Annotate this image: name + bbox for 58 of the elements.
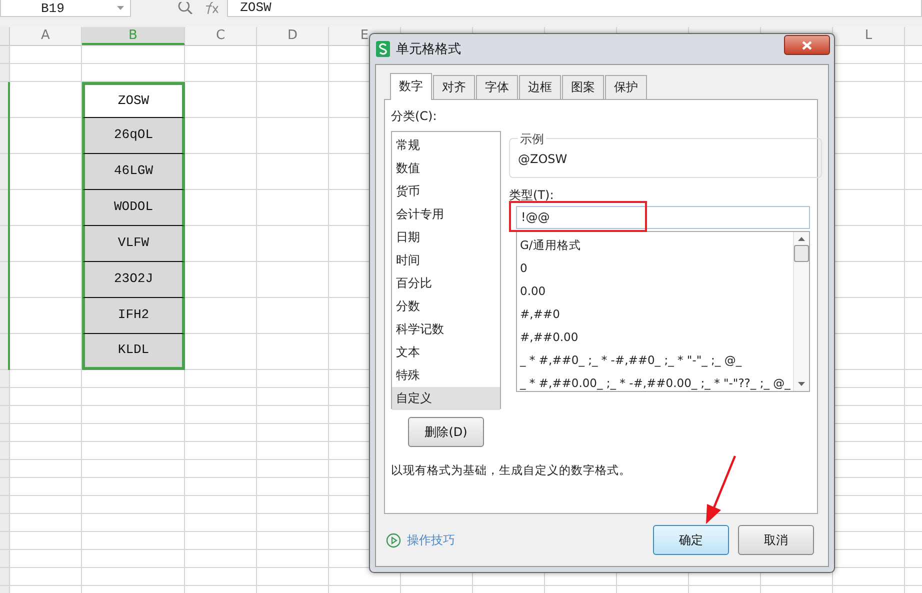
delete-button[interactable]: 删除(D) bbox=[408, 417, 484, 447]
close-button[interactable] bbox=[784, 35, 830, 55]
type-label: 类型(T): bbox=[509, 187, 555, 204]
category-item[interactable]: 科学记数 bbox=[392, 318, 500, 341]
table-cell[interactable]: VLFW bbox=[82, 226, 185, 262]
category-item[interactable]: 时间 bbox=[392, 249, 500, 272]
category-item[interactable]: 百分比 bbox=[392, 272, 500, 295]
tab[interactable]: 对齐 bbox=[433, 75, 475, 99]
tab[interactable]: 保护 bbox=[605, 75, 647, 99]
table-cell[interactable]: WODOL bbox=[82, 190, 185, 226]
dropdown-caret-icon bbox=[117, 6, 124, 10]
format-item[interactable]: _ * #,##0.00_ ;_ * -#,##0.00_ ;_ * "-"??_ ;_ @_ bbox=[520, 372, 790, 391]
table-cell[interactable]: 26qOL bbox=[82, 118, 185, 154]
table-cell[interactable]: 46LGW bbox=[82, 154, 185, 190]
function-icon[interactable] bbox=[203, 2, 220, 14]
tab[interactable]: 边框 bbox=[519, 75, 561, 99]
description-text: 以现有格式为基础，生成自定义的数字格式。 bbox=[391, 463, 632, 478]
format-item[interactable]: 0.00 bbox=[520, 280, 790, 303]
format-item[interactable]: _ * #,##0_ ;_ * -#,##0_ ;_ * "-"_ ;_ @_ bbox=[520, 349, 790, 372]
column-header[interactable]: C bbox=[185, 27, 257, 45]
category-item[interactable]: 会计专用 bbox=[392, 203, 500, 226]
scroll-up-icon[interactable] bbox=[798, 237, 806, 241]
tab[interactable]: 数字 bbox=[390, 73, 432, 100]
table-cell[interactable]: ZOSW bbox=[82, 82, 185, 118]
category-item[interactable]: 数值 bbox=[392, 157, 500, 180]
scrollbar-thumb[interactable] bbox=[794, 245, 810, 262]
category-item[interactable]: 常规 bbox=[392, 134, 500, 157]
category-item[interactable]: 货币 bbox=[392, 180, 500, 203]
ok-button[interactable]: 确定 bbox=[653, 525, 729, 555]
table-cell[interactable]: 23O2J bbox=[82, 262, 185, 298]
format-item[interactable]: #,##0 bbox=[520, 303, 790, 326]
cancel-button[interactable]: 取消 bbox=[738, 525, 814, 555]
sample-label: 示例 bbox=[518, 131, 546, 148]
formula-field[interactable]: ZOSW bbox=[227, 0, 922, 17]
table-cell[interactable]: IFH2 bbox=[82, 298, 185, 334]
annotation-arrow bbox=[706, 456, 736, 524]
sample-value: @ZOSW bbox=[518, 152, 568, 166]
category-label: 分类(C): bbox=[391, 108, 438, 125]
format-item[interactable]: #,##0.00 bbox=[520, 326, 790, 349]
scrollbar[interactable] bbox=[793, 232, 810, 391]
category-item[interactable]: 自定义 bbox=[392, 387, 500, 410]
column-header[interactable]: D bbox=[257, 27, 329, 45]
tab[interactable]: 图案 bbox=[562, 75, 604, 99]
category-item[interactable]: 特殊 bbox=[392, 364, 500, 387]
scroll-down-icon[interactable] bbox=[798, 382, 806, 386]
table-cell[interactable]: KLDL bbox=[82, 334, 185, 370]
name-box[interactable]: B19 bbox=[0, 0, 132, 17]
close-icon bbox=[802, 40, 812, 50]
category-item[interactable]: 分数 bbox=[392, 295, 500, 318]
play-icon bbox=[386, 532, 401, 548]
format-item[interactable]: G/通用格式 bbox=[520, 234, 790, 257]
zoom-icon[interactable] bbox=[177, 2, 194, 14]
tab[interactable]: 字体 bbox=[476, 75, 518, 99]
app-logo-icon bbox=[376, 41, 390, 57]
type-field[interactable]: !@@ bbox=[516, 206, 810, 229]
category-item[interactable]: 日期 bbox=[392, 226, 500, 249]
category-item[interactable]: 文本 bbox=[392, 341, 500, 364]
format-item[interactable]: 0 bbox=[520, 257, 790, 280]
